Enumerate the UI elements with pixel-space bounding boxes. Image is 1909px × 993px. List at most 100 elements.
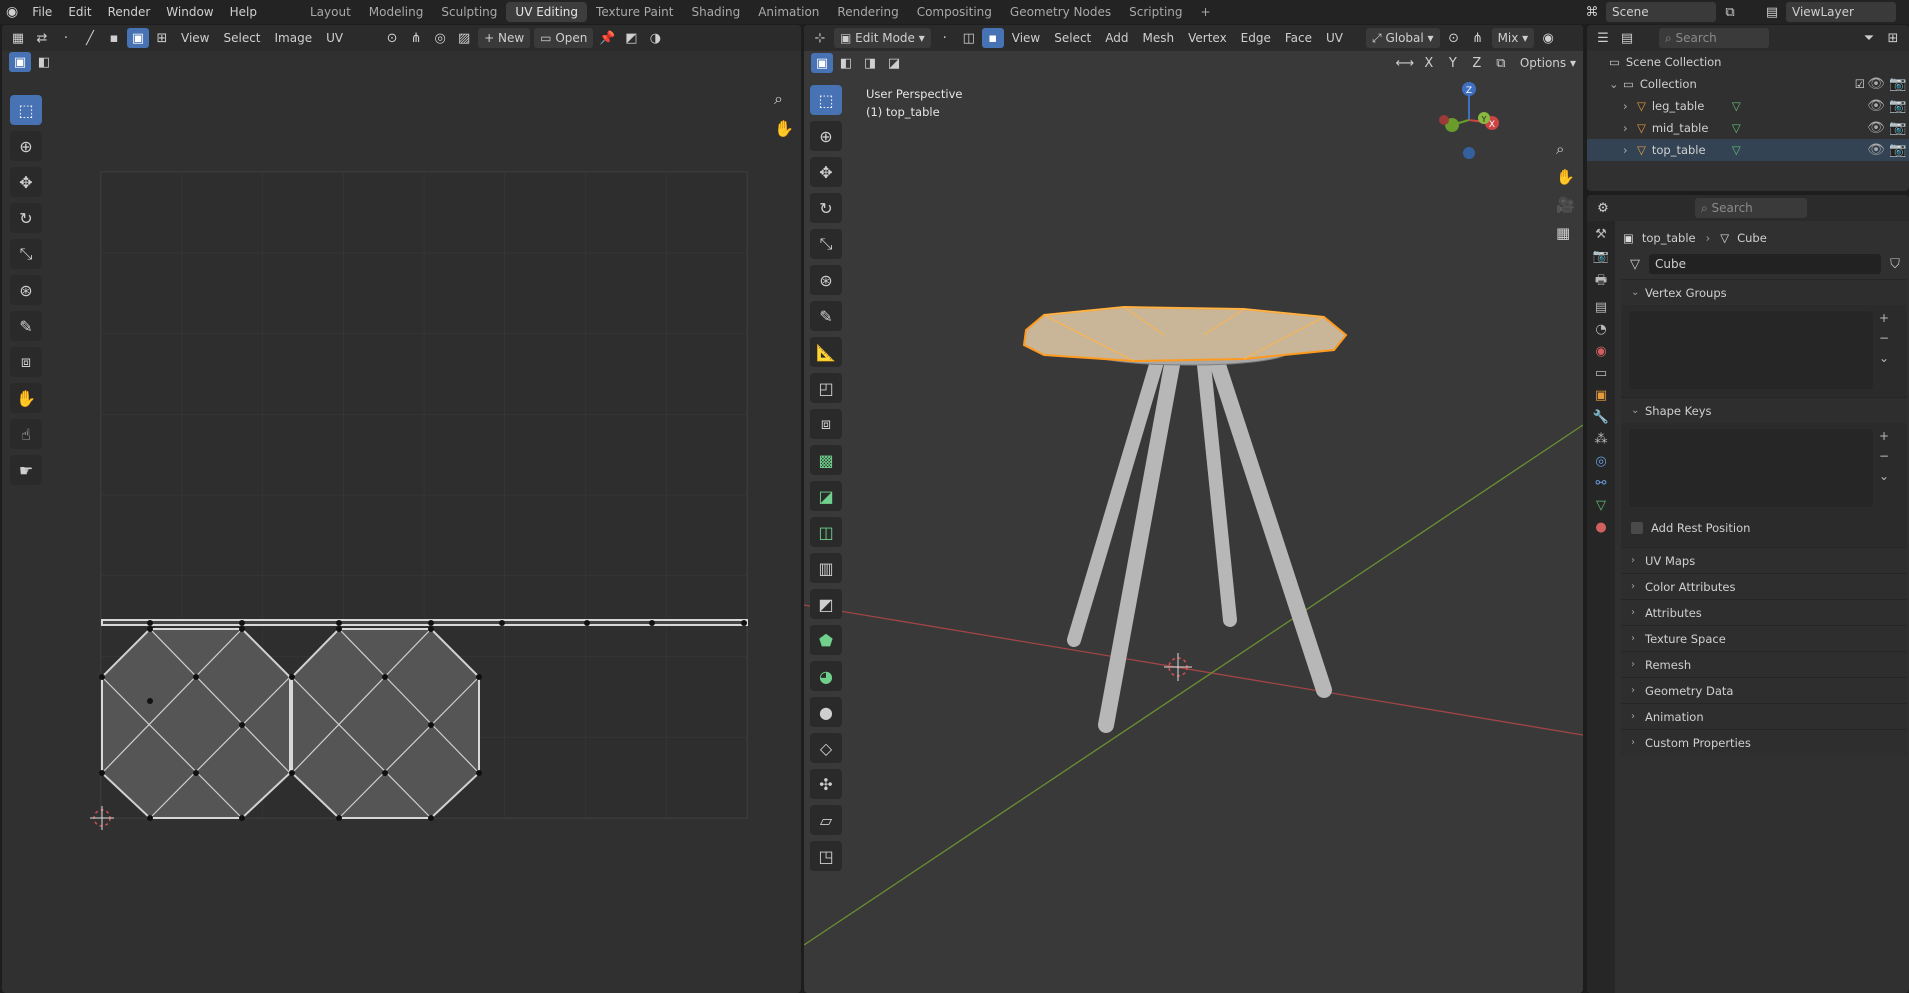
uv-canvas[interactable] xyxy=(2,25,801,993)
render-camera-icon[interactable]: 📷 xyxy=(1887,142,1909,158)
vp-menu-edge[interactable]: Edge xyxy=(1234,28,1278,48)
object-tab-icon[interactable]: ▣ xyxy=(1595,388,1607,403)
remove-vertex-group-icon[interactable]: − xyxy=(1879,331,1889,345)
exclude-checkbox[interactable]: ☑ xyxy=(1855,77,1865,91)
proportional-toggle-icon[interactable]: ◉ xyxy=(1537,28,1559,48)
scene-selector[interactable]: ⌘ Scene ⧉ xyxy=(1580,2,1742,22)
tab-modeling[interactable]: Modeling xyxy=(360,2,433,22)
mirror-x-toggle[interactable]: X xyxy=(1418,53,1440,73)
expand-icon[interactable]: › xyxy=(1623,143,1637,157)
render-camera-icon[interactable]: 📷 xyxy=(1887,120,1909,136)
view-layer-tab-icon[interactable]: ▤ xyxy=(1595,300,1607,315)
rip-region-tool-icon[interactable]: ◳ xyxy=(810,841,842,871)
scene-name-field[interactable]: Scene xyxy=(1606,2,1716,22)
view-layer-name-field[interactable]: ViewLayer xyxy=(1786,2,1896,22)
new-scene-icon[interactable]: ⧉ xyxy=(1719,2,1741,22)
tab-geometry-nodes[interactable]: Geometry Nodes xyxy=(1001,2,1120,22)
menu-edit[interactable]: Edit xyxy=(60,3,99,21)
expand-icon[interactable]: › xyxy=(1623,99,1637,113)
expand-icon[interactable]: › xyxy=(1623,121,1637,135)
tab-uv-editing[interactable]: UV Editing xyxy=(506,2,588,22)
mesh-data-icon[interactable]: ▽ xyxy=(1732,99,1865,113)
remesh-section[interactable]: › Remesh xyxy=(1621,651,1907,677)
inset-tool-icon[interactable]: ▩ xyxy=(810,445,842,475)
vp-select-box-icon[interactable]: ▣ xyxy=(811,53,833,73)
bisect-tool-icon[interactable]: ◩ xyxy=(810,589,842,619)
tab-texture-paint[interactable]: Texture Paint xyxy=(587,2,682,22)
animation-section[interactable]: › Animation xyxy=(1621,703,1907,729)
data-tab-icon[interactable]: ▽ xyxy=(1596,498,1606,513)
vp-menu-mesh[interactable]: Mesh xyxy=(1136,28,1182,48)
tool-tab-icon[interactable]: ⚒ xyxy=(1595,227,1607,242)
pivot-point-icon[interactable]: ⊙ xyxy=(1443,28,1465,48)
render-camera-icon[interactable]: 📷 xyxy=(1887,98,1909,114)
render-camera-icon[interactable]: 📷 xyxy=(1887,76,1909,92)
vp-menu-face[interactable]: Face xyxy=(1278,28,1319,48)
mesh-data-icon[interactable]: ▽ xyxy=(1732,143,1865,157)
collection-tab-icon[interactable]: ▭ xyxy=(1595,366,1607,381)
color-attributes-section[interactable]: › Color Attributes xyxy=(1621,573,1907,599)
visibility-eye-icon[interactable]: 👁 xyxy=(1865,76,1887,92)
collapse-icon[interactable]: ⌄ xyxy=(1609,77,1623,91)
menu-render[interactable]: Render xyxy=(100,3,159,21)
vp-annotate-tool-icon[interactable]: ✎ xyxy=(810,301,842,331)
material-tab-icon[interactable]: ● xyxy=(1595,520,1606,535)
edge-slide-tool-icon[interactable]: ◇ xyxy=(810,733,842,763)
poly-build-tool-icon[interactable]: ⬟ xyxy=(810,625,842,655)
mirror-z-toggle[interactable]: Z xyxy=(1466,53,1488,73)
add-shape-key-icon[interactable]: + xyxy=(1879,429,1889,443)
physics-tab-icon[interactable]: ◎ xyxy=(1595,454,1606,469)
ortho-toggle-icon[interactable]: ▦ xyxy=(1556,224,1575,242)
vp-scale-tool-icon[interactable]: ⤡ xyxy=(810,229,842,259)
viewport-scene[interactable]: Z X Y xyxy=(804,25,1583,993)
tab-rendering[interactable]: Rendering xyxy=(828,2,907,22)
outliner-item-mid-table[interactable]: › ▽ mid_table ▽ 👁 📷 xyxy=(1587,117,1909,139)
outliner-item-top-table[interactable]: › ▽ top_table ▽ 👁 📷 xyxy=(1587,139,1909,161)
vp-select-invert-icon[interactable]: ◪ xyxy=(883,53,905,73)
snapping-icon[interactable]: ⋔ xyxy=(1467,28,1489,48)
add-cube-tool-icon[interactable]: ◰ xyxy=(810,373,842,403)
mirror-y-toggle[interactable]: Y xyxy=(1442,53,1464,73)
vp-select-extend-icon[interactable]: ◧ xyxy=(835,53,857,73)
options-dropdown[interactable]: Options ▾ xyxy=(1513,53,1583,73)
vp-menu-view[interactable]: View xyxy=(1005,28,1047,48)
attributes-section[interactable]: › Attributes xyxy=(1621,599,1907,625)
tab-layout[interactable]: Layout xyxy=(301,2,360,22)
uv-octagon-island-right[interactable] xyxy=(291,628,480,819)
custom-properties-section[interactable]: › Custom Properties xyxy=(1621,729,1907,755)
uv-maps-section[interactable]: › UV Maps xyxy=(1621,547,1907,573)
tab-shading[interactable]: Shading xyxy=(682,2,749,22)
shrink-fatten-tool-icon[interactable]: ✣ xyxy=(810,769,842,799)
modifier-tab-icon[interactable]: 🔧 xyxy=(1593,410,1609,425)
vp-select-subtract-icon[interactable]: ◨ xyxy=(859,53,881,73)
edge-mode-icon[interactable]: ◫ xyxy=(958,28,980,48)
tab-animation[interactable]: Animation xyxy=(749,2,828,22)
particles-tab-icon[interactable]: ⁂ xyxy=(1595,432,1608,447)
vp-rotate-tool-icon[interactable]: ↻ xyxy=(810,193,842,223)
proportional-falloff-selector[interactable]: Mix ▾ xyxy=(1491,28,1535,48)
uv-octagon-island-left[interactable] xyxy=(101,628,291,819)
bevel-tool-icon[interactable]: ◪ xyxy=(810,481,842,511)
outliner-editor-icon[interactable]: ☰ xyxy=(1592,28,1614,48)
vp-menu-vertex[interactable]: Vertex xyxy=(1181,28,1234,48)
visibility-eye-icon[interactable]: 👁 xyxy=(1865,142,1887,158)
auto-merge-icon[interactable]: ⧉ xyxy=(1490,53,1512,73)
smooth-tool-icon[interactable]: ● xyxy=(810,697,842,727)
tab-compositing[interactable]: Compositing xyxy=(908,2,1001,22)
add-vertex-group-icon[interactable]: + xyxy=(1879,311,1889,325)
shear-tool-icon[interactable]: ▱ xyxy=(810,805,842,835)
vp-pan-icon[interactable]: ✋ xyxy=(1556,168,1575,186)
visibility-eye-icon[interactable]: 👁 xyxy=(1865,120,1887,136)
shape-keys-list[interactable] xyxy=(1629,429,1873,507)
measure-tool-icon[interactable]: 📐 xyxy=(810,337,842,367)
orientation-selector[interactable]: ⤢ Global ▾ xyxy=(1366,28,1440,48)
blender-logo-icon[interactable]: ◉ xyxy=(0,3,24,21)
viewport-editor-type-icon[interactable]: ⊹ xyxy=(809,28,831,48)
menu-window[interactable]: Window xyxy=(158,3,221,21)
vp-menu-add[interactable]: Add xyxy=(1098,28,1135,48)
vp-menu-uv[interactable]: UV xyxy=(1319,28,1350,48)
filter-icon[interactable]: ⏷ xyxy=(1858,28,1880,48)
vp-move-tool-icon[interactable]: ✥ xyxy=(810,157,842,187)
world-tab-icon[interactable]: ◉ xyxy=(1595,344,1606,359)
vertex-mode-icon[interactable]: · xyxy=(934,28,956,48)
